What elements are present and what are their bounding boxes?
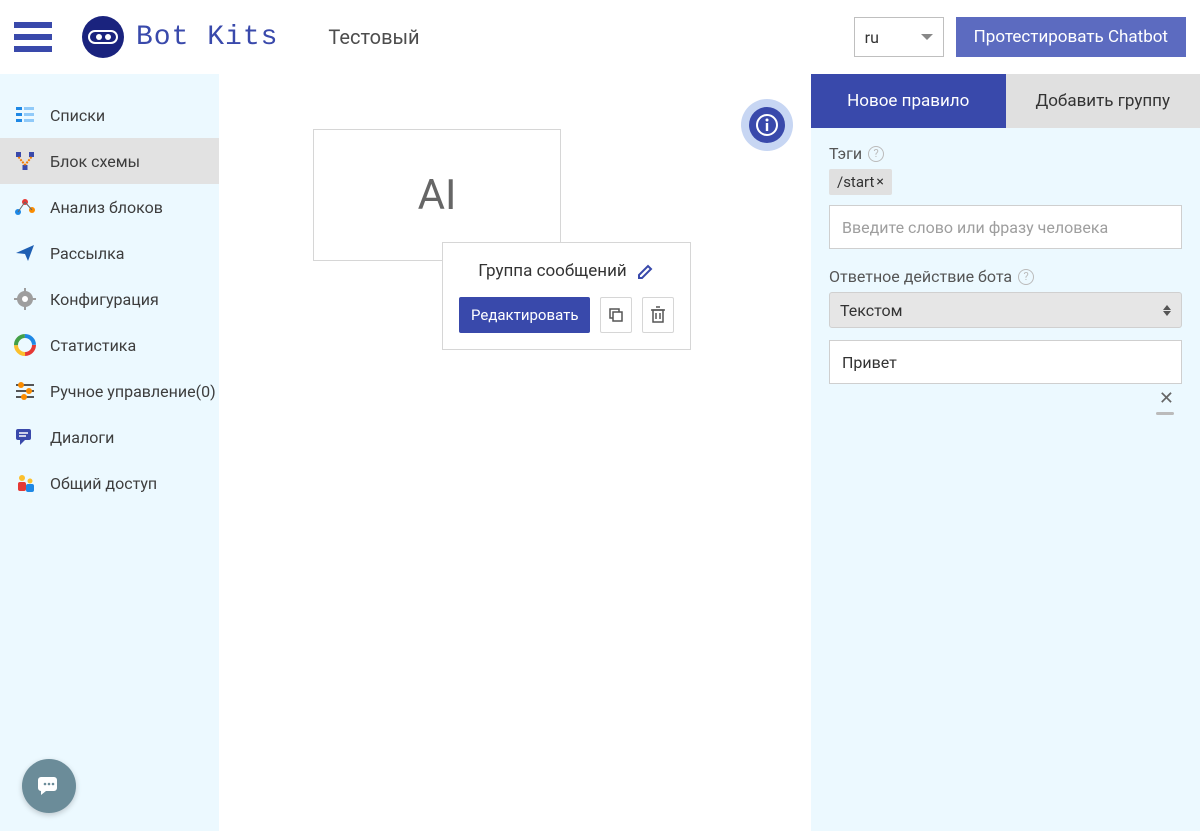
sidebar-item-label: Анализ блоков [50,198,163,217]
flow-canvas[interactable]: AI Группа сообщений Редактировать [219,74,811,831]
sidebar-item-label: Общий доступ [50,474,157,493]
dialog-icon [14,426,36,448]
sidebar-item-dialogs[interactable]: Диалоги [0,414,219,460]
tag-chip[interactable]: /start × [829,169,892,195]
language-select[interactable]: ru [854,17,944,57]
sidebar-item-label: Блок схемы [50,152,140,171]
sidebar-item-flowchart[interactable]: Блок схемы [0,138,219,184]
edit-button[interactable]: Редактировать [459,297,590,333]
sidebar-item-config[interactable]: Конфигурация [0,276,219,322]
chevron-down-icon [921,34,933,40]
sidebar-item-label: Статистика [50,336,136,355]
sidebar-item-broadcast[interactable]: Рассылка [0,230,219,276]
analysis-icon [14,196,36,218]
info-icon [756,114,778,136]
sidebar-item-analysis[interactable]: Анализ блоков [0,184,219,230]
language-value: ru [865,28,879,47]
sidebar-item-label: Списки [50,106,105,125]
trash-icon [650,306,666,324]
flowchart-icon [14,150,36,172]
sidebar-item-manual[interactable]: Ручное управление(0) [0,368,219,414]
sidebar-item-label: Диалоги [50,428,114,447]
sidebar-item-label: Ручное управление(0) [50,382,216,401]
sidebar-item-share[interactable]: Общий доступ [0,460,219,506]
select-caret-icon [1163,305,1171,316]
hamburger-menu-icon[interactable] [14,22,52,52]
reply-input[interactable] [829,340,1182,384]
help-icon[interactable]: ? [1018,269,1034,285]
ai-node-label: AI [418,171,457,220]
project-name: Тестовый [328,25,419,49]
tab-add-group[interactable]: Добавить группу [1006,74,1200,128]
sidebar-item-lists[interactable]: Списки [0,92,219,138]
tags-label: Тэги [829,144,862,163]
tab-new-rule[interactable]: Новое правило [811,74,1006,128]
header: Bot Kits Тестовый ru Протестировать Chat… [0,0,1200,74]
logo-icon [82,16,124,58]
action-select[interactable]: Текстом [829,292,1182,328]
close-icon[interactable]: ✕ [1159,390,1174,408]
help-icon[interactable]: ? [868,146,884,162]
logo[interactable]: Bot Kits [82,16,278,58]
message-card-title: Группа сообщений [478,261,627,281]
action-label: Ответное действие бота [829,267,1012,286]
send-icon [14,242,36,264]
message-group-card[interactable]: Группа сообщений Редактировать [442,242,691,350]
sidebar-item-label: Рассылка [50,244,124,263]
lists-icon [14,104,36,126]
manual-icon [14,380,36,402]
sidebar-item-label: Конфигурация [50,290,159,309]
logo-text: Bot Kits [136,22,278,53]
panel-tabs: Новое правило Добавить группу [811,74,1200,128]
drag-handle-icon[interactable] [1156,412,1174,415]
tag-value: /start [837,173,874,191]
action-select-value: Текстом [840,301,903,320]
chat-icon [36,773,62,799]
test-chatbot-button[interactable]: Протестировать Chatbot [956,17,1186,57]
tag-remove-icon[interactable]: × [876,174,883,190]
chat-fab[interactable] [22,759,76,813]
copy-button[interactable] [600,297,632,333]
delete-button[interactable] [642,297,674,333]
gear-icon [14,288,36,310]
phrase-input[interactable] [829,205,1182,249]
info-button[interactable] [741,99,793,151]
right-panel: Новое правило Добавить группу Тэги ? /st… [811,74,1200,831]
pencil-icon[interactable] [637,262,655,280]
copy-icon [608,307,624,323]
stats-icon [14,334,36,356]
sidebar-item-stats[interactable]: Статистика [0,322,219,368]
sidebar: Списки Блок схемы Анализ блоков Рассылка… [0,74,219,831]
share-icon [14,472,36,494]
